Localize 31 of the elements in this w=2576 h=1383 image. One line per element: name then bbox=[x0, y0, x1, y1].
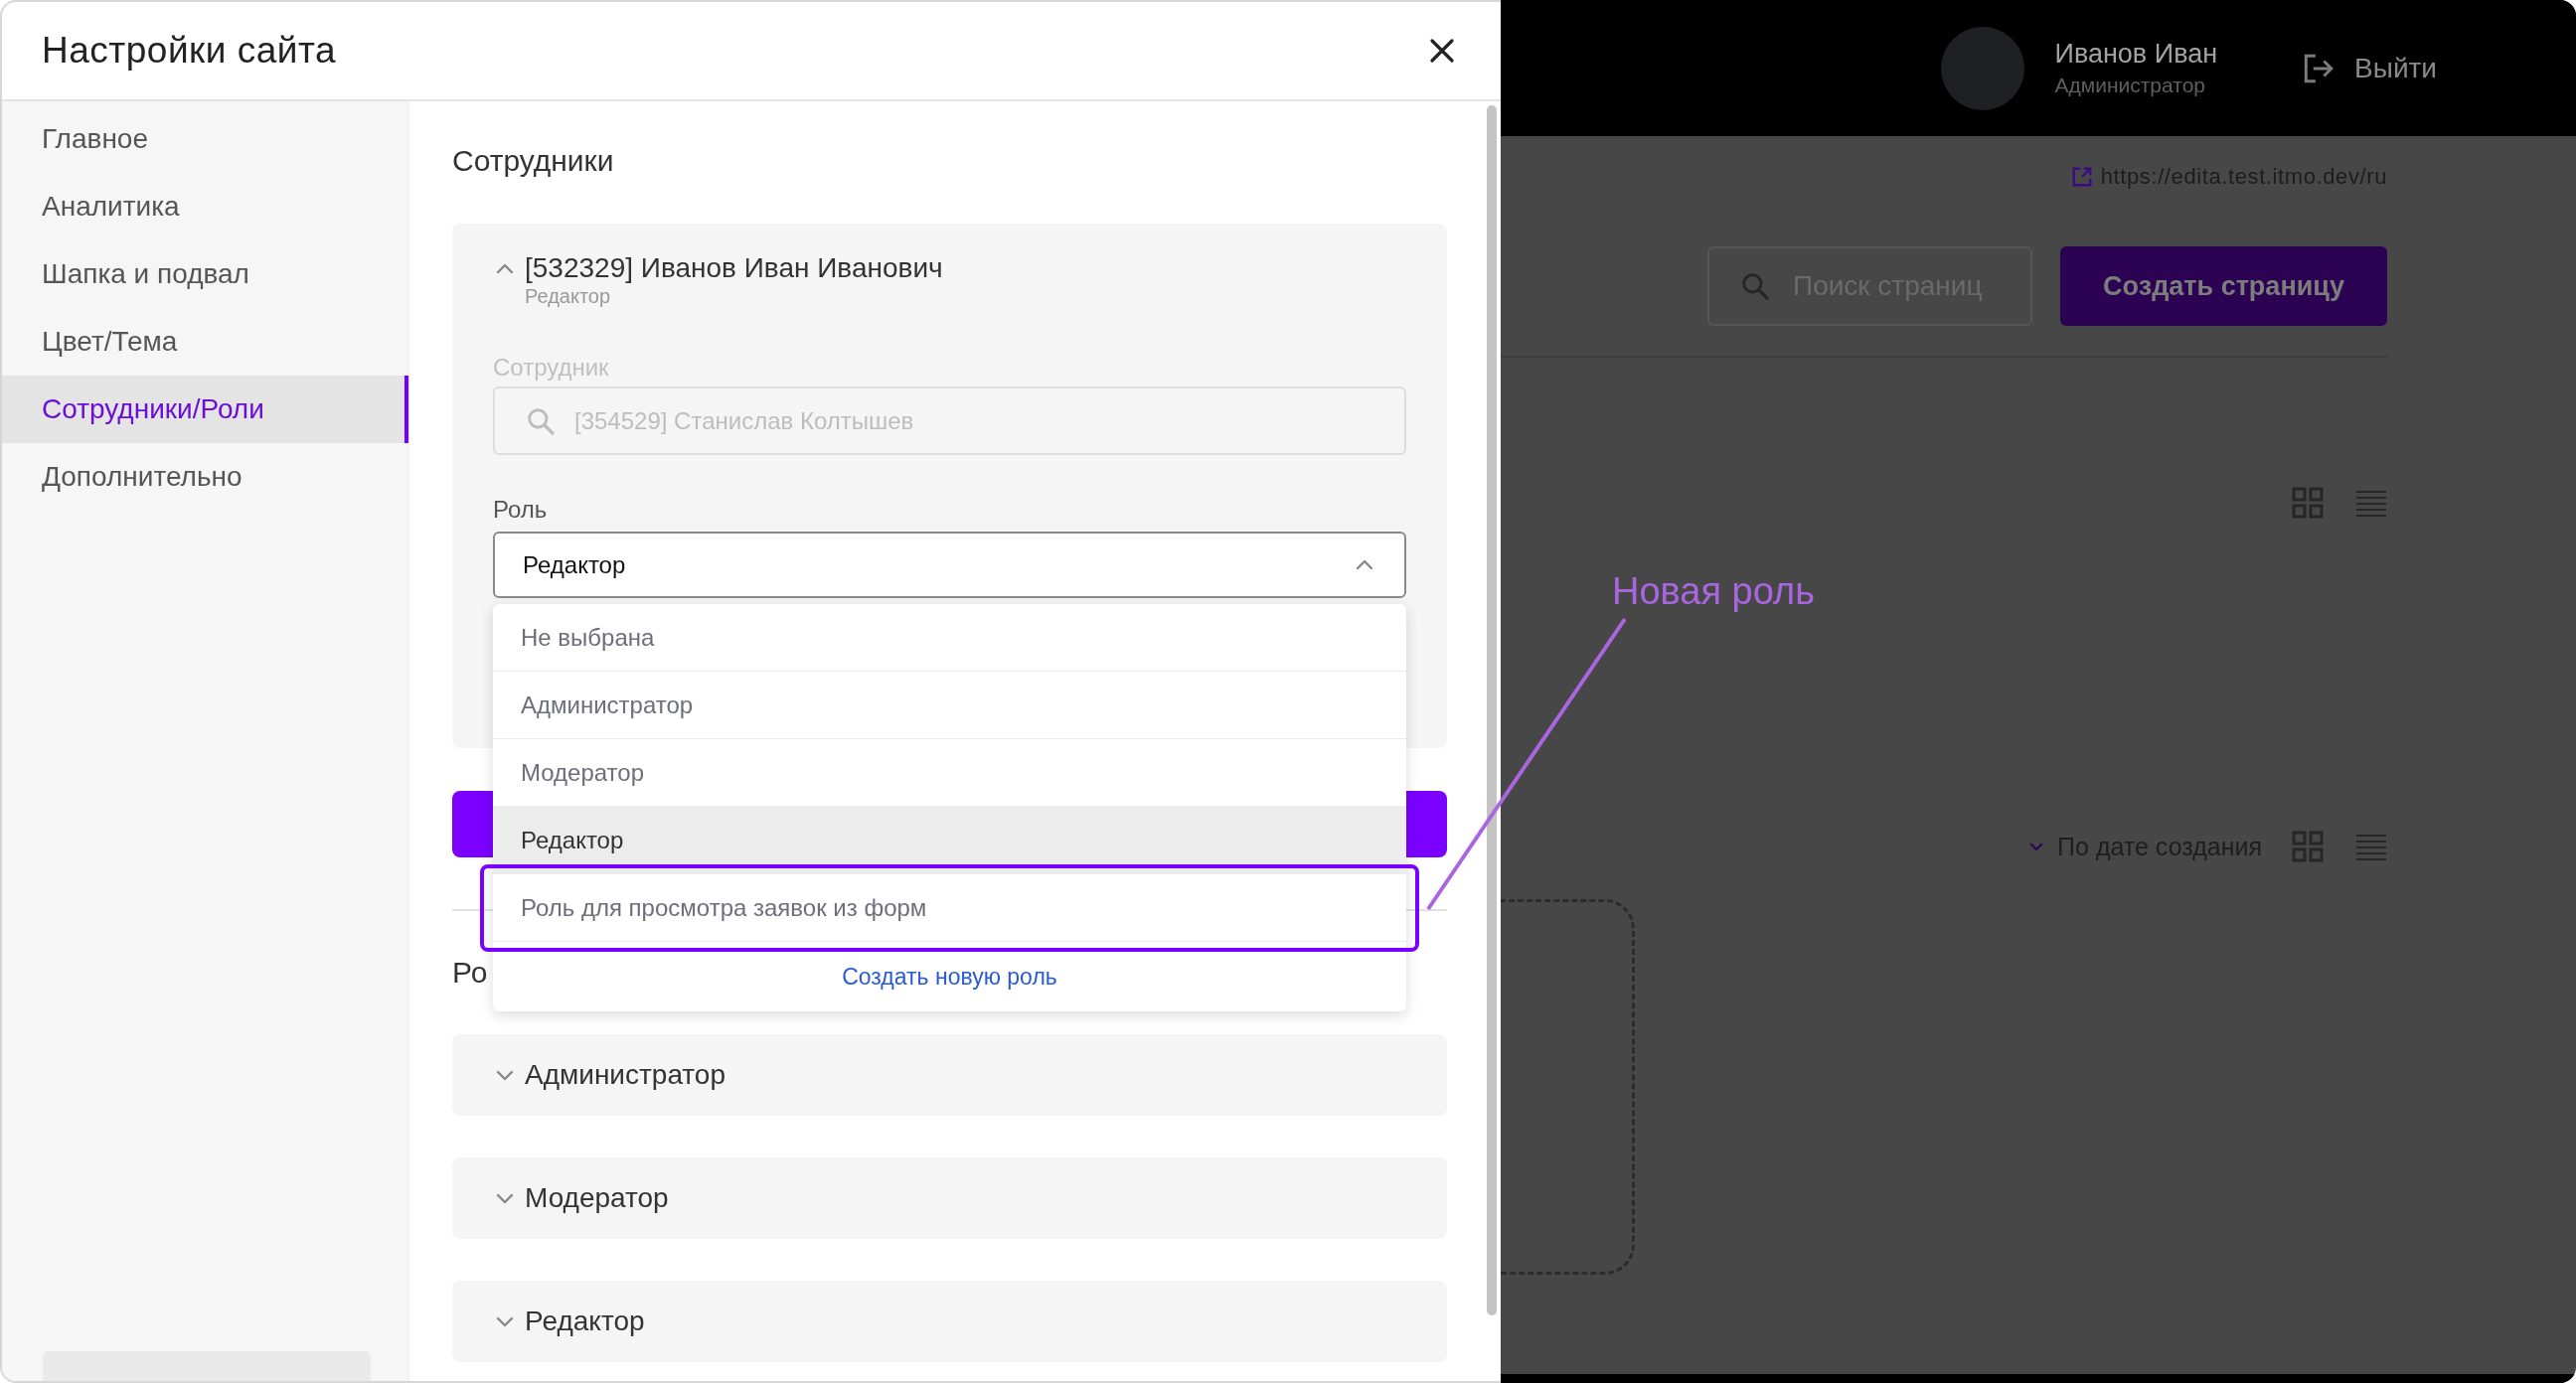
employee-name: [532329] Иванов Иван Иванович bbox=[525, 251, 943, 285]
modal-title: Настройки сайта bbox=[42, 30, 337, 72]
role-accordion[interactable]: Редактор bbox=[452, 1281, 1447, 1362]
dropdown-option[interactable]: Редактор bbox=[493, 807, 1406, 874]
dropdown-option[interactable]: Администратор bbox=[493, 672, 1406, 739]
sidebar-item[interactable]: Главное bbox=[2, 105, 408, 173]
grid-view-icon[interactable] bbox=[2292, 487, 2324, 519]
field-label: Роль bbox=[493, 496, 549, 524]
external-link-icon bbox=[2070, 166, 2093, 188]
scrollbar-thumb[interactable] bbox=[1487, 105, 1497, 1315]
section-title: Ро bbox=[452, 955, 488, 991]
user-name: Иванов Иван bbox=[2054, 39, 2218, 70]
sidebar-item[interactable]: Дополнительно bbox=[2, 443, 408, 511]
sidebar-item[interactable]: Шапка и подвал bbox=[2, 240, 408, 308]
create-role-link[interactable]: Создать новую роль bbox=[842, 963, 1057, 991]
role-accordion[interactable]: Администратор bbox=[452, 1034, 1447, 1116]
dropdown-option[interactable]: Роль для просмотра заявок из форм bbox=[493, 874, 1406, 942]
sidebar-item[interactable]: Аналитика bbox=[2, 173, 408, 240]
sidebar-item[interactable]: Цвет/Тема bbox=[2, 308, 408, 376]
user-role: Администратор bbox=[2054, 74, 2206, 97]
search-icon bbox=[1739, 270, 1771, 302]
role-select[interactable]: Редактор bbox=[493, 532, 1406, 598]
section-title: Сотрудники bbox=[452, 143, 614, 179]
sidebar-item[interactable]: Сотрудники/Роли bbox=[2, 376, 408, 443]
dropdown-option[interactable]: Не выбрана bbox=[493, 604, 1406, 672]
annotation-label: Новая роль bbox=[1612, 570, 1815, 613]
employee-role: Редактор bbox=[525, 285, 612, 307]
role-accordion[interactable]: Модератор bbox=[452, 1157, 1447, 1239]
create-page-button[interactable]: Создать страницу bbox=[2060, 246, 2387, 326]
logout-button[interactable]: Выйти bbox=[2301, 51, 2437, 85]
grid-view-icon[interactable] bbox=[2292, 831, 2324, 862]
